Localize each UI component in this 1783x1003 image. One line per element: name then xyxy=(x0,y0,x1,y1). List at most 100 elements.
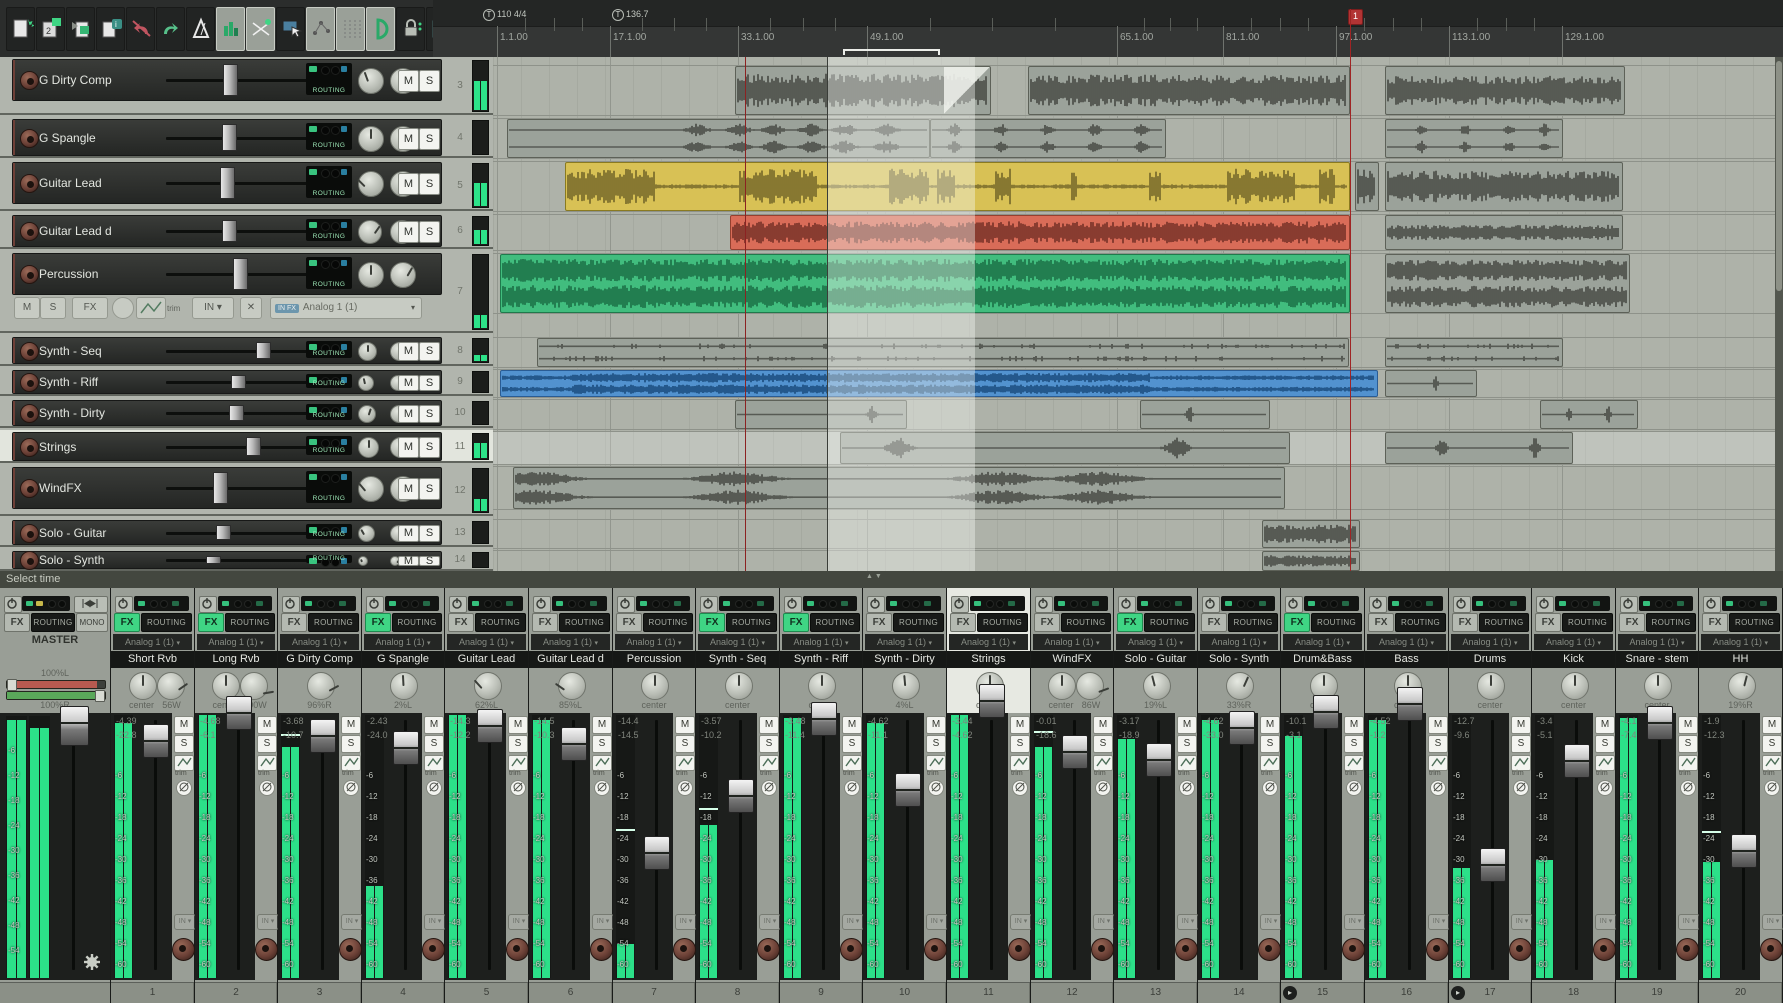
track-volume-fader[interactable] xyxy=(220,167,235,199)
mute-button[interactable]: M xyxy=(675,716,695,734)
track-row-solo-guitar[interactable]: Solo - GuitarROUTINGMS13 xyxy=(0,518,493,547)
mixer-strip-windfx[interactable]: FXROUTINGAnalog 1 (1) ▾WindFXcenter86W-6… xyxy=(1031,588,1113,1003)
track-row-synth-seq[interactable]: Synth - SeqROUTINGMS8 xyxy=(0,335,493,366)
record-mode-button[interactable]: ✕ xyxy=(240,297,262,319)
mute-button[interactable]: M xyxy=(398,525,419,542)
input-select[interactable]: Analog 1 (1) ▾ xyxy=(197,634,275,650)
solo-button[interactable]: S xyxy=(419,173,440,195)
loop-region[interactable] xyxy=(843,49,940,51)
track-name[interactable]: G Dirty Comp xyxy=(39,73,112,87)
master-fader[interactable] xyxy=(60,706,89,746)
mixer-strip-g-spangle[interactable]: FXROUTINGAnalog 1 (1) ▾G Spangle2%L-6-12… xyxy=(362,588,444,1003)
solo-button[interactable]: S xyxy=(419,375,440,391)
solo-button[interactable]: S xyxy=(675,735,695,753)
volume-fader[interactable] xyxy=(393,731,419,765)
track-name[interactable]: Guitar Lead d xyxy=(39,224,112,238)
track-row-guitar-lead[interactable]: Guitar LeadROUTINGMS5 xyxy=(0,160,493,211)
phase-button[interactable] xyxy=(1012,780,1028,796)
mute-button[interactable]: M xyxy=(398,173,419,195)
envelope-button[interactable] xyxy=(592,755,612,771)
pan-knob[interactable] xyxy=(358,342,377,361)
record-arm-button[interactable] xyxy=(1593,938,1616,961)
pan-knob[interactable] xyxy=(892,672,920,700)
routing-button[interactable]: ROUTING xyxy=(306,524,352,539)
phase-button[interactable] xyxy=(928,780,944,796)
volume-fader[interactable] xyxy=(1397,687,1423,721)
mute-button[interactable]: M xyxy=(842,716,862,734)
routing-button[interactable]: ROUTING xyxy=(1395,613,1446,632)
track-row-solo-synth[interactable]: Solo - SynthROUTINGMS14 xyxy=(0,549,493,571)
power-icon[interactable] xyxy=(1202,596,1220,613)
track-volume-fader[interactable] xyxy=(231,375,246,389)
mute-button[interactable]: M xyxy=(759,716,779,734)
monitor-in-button[interactable]: IN ▾ xyxy=(1762,914,1783,930)
solo-button[interactable]: S xyxy=(419,342,440,361)
volume-fader[interactable] xyxy=(1564,744,1590,778)
phase-button[interactable] xyxy=(677,780,693,796)
volume-fader[interactable] xyxy=(1146,743,1172,777)
track-volume-fader[interactable] xyxy=(216,525,231,540)
audio-clip-gray[interactable] xyxy=(1385,254,1630,313)
audio-clip-gray[interactable] xyxy=(1385,66,1625,115)
record-arm-button[interactable] xyxy=(20,71,39,90)
pane-splitter[interactable]: ▲▼ xyxy=(866,573,884,580)
routing-button[interactable]: ROUTING xyxy=(308,613,359,632)
track-volume-fader[interactable] xyxy=(206,556,221,564)
pan-knob[interactable] xyxy=(1644,672,1672,700)
fx-button[interactable]: FX xyxy=(448,613,474,632)
input-select[interactable]: IN FXAnalog 1 (1)▾ xyxy=(270,297,422,319)
mixer-strip-master[interactable]: FXROUTINGMONOMASTER100%L100%R-6-12-18-24… xyxy=(0,588,110,1003)
mute-button[interactable]: M xyxy=(1762,716,1782,734)
record-arm-button[interactable] xyxy=(506,938,529,961)
power-icon[interactable] xyxy=(867,596,885,613)
audio-clip-gray[interactable] xyxy=(1385,338,1563,367)
audio-clip-red[interactable] xyxy=(730,215,1350,250)
audio-clip-gray[interactable] xyxy=(1355,162,1379,211)
routing-button[interactable]: ROUTING xyxy=(1479,613,1529,632)
master-pan-slider[interactable] xyxy=(6,691,106,700)
phase-button[interactable] xyxy=(426,780,442,796)
record-arm-button[interactable] xyxy=(840,938,863,961)
mute-button[interactable]: M xyxy=(398,405,419,423)
pan-knob[interactable] xyxy=(808,672,836,700)
track-row-windfx[interactable]: WindFXROUTINGMS12 xyxy=(0,465,493,516)
power-icon[interactable] xyxy=(617,596,635,613)
mute-button[interactable]: M xyxy=(398,375,419,391)
phase-button[interactable] xyxy=(1597,780,1613,796)
routing-button[interactable]: ROUTING xyxy=(1144,613,1195,632)
phase-button[interactable] xyxy=(1262,780,1278,796)
power-icon[interactable] xyxy=(1703,596,1721,613)
track-volume-fader[interactable] xyxy=(222,124,237,151)
volume-fader[interactable] xyxy=(1229,711,1255,745)
input-select[interactable]: Analog 1 (1) ▾ xyxy=(1451,634,1529,650)
mixer-strip-short-rvb[interactable]: FXROUTINGAnalog 1 (1) ▾Short Rvbcenter56… xyxy=(111,588,194,1003)
envelope-button[interactable] xyxy=(1093,755,1113,771)
track-volume-fader[interactable] xyxy=(233,258,248,290)
power-icon[interactable] xyxy=(533,596,551,613)
monitor-in-button[interactable]: IN ▾ xyxy=(1595,914,1617,930)
solo-button[interactable]: S xyxy=(926,735,946,753)
solo-button[interactable]: S xyxy=(419,221,440,243)
grid-icon[interactable] xyxy=(336,7,365,51)
solo-button[interactable]: S xyxy=(1428,735,1448,753)
routing-button[interactable]: ROUTING xyxy=(475,613,526,632)
volume-fader[interactable] xyxy=(226,696,252,730)
solo-button[interactable]: S xyxy=(1344,735,1364,753)
routing-button[interactable]: ROUTING xyxy=(893,613,944,632)
envelope-button[interactable] xyxy=(1344,755,1364,771)
monitor-button[interactable]: IN ▾ xyxy=(192,297,234,319)
pan-knob[interactable] xyxy=(725,672,753,700)
audio-clip-gray[interactable] xyxy=(1385,119,1563,158)
input-select[interactable]: Analog 1 (1) ▾ xyxy=(531,634,610,650)
timeline-ruler[interactable]: 1.1.0017.1.0033.1.0049.1.0065.1.0081.1.0… xyxy=(433,0,1783,57)
monitor-in-button[interactable]: IN ▾ xyxy=(174,914,196,930)
record-arm-button[interactable] xyxy=(339,938,362,961)
fx-button[interactable]: FX xyxy=(616,613,642,632)
phase-button[interactable] xyxy=(1346,780,1362,796)
solo-button[interactable]: S xyxy=(257,735,277,753)
tempo-marker[interactable]: T110 4/4 xyxy=(483,9,526,23)
redo-icon[interactable] xyxy=(156,7,185,51)
input-select[interactable]: Analog 1 (1) ▾ xyxy=(1701,634,1780,650)
record-arm-button[interactable] xyxy=(20,524,39,543)
envelope-button[interactable] xyxy=(842,755,862,771)
